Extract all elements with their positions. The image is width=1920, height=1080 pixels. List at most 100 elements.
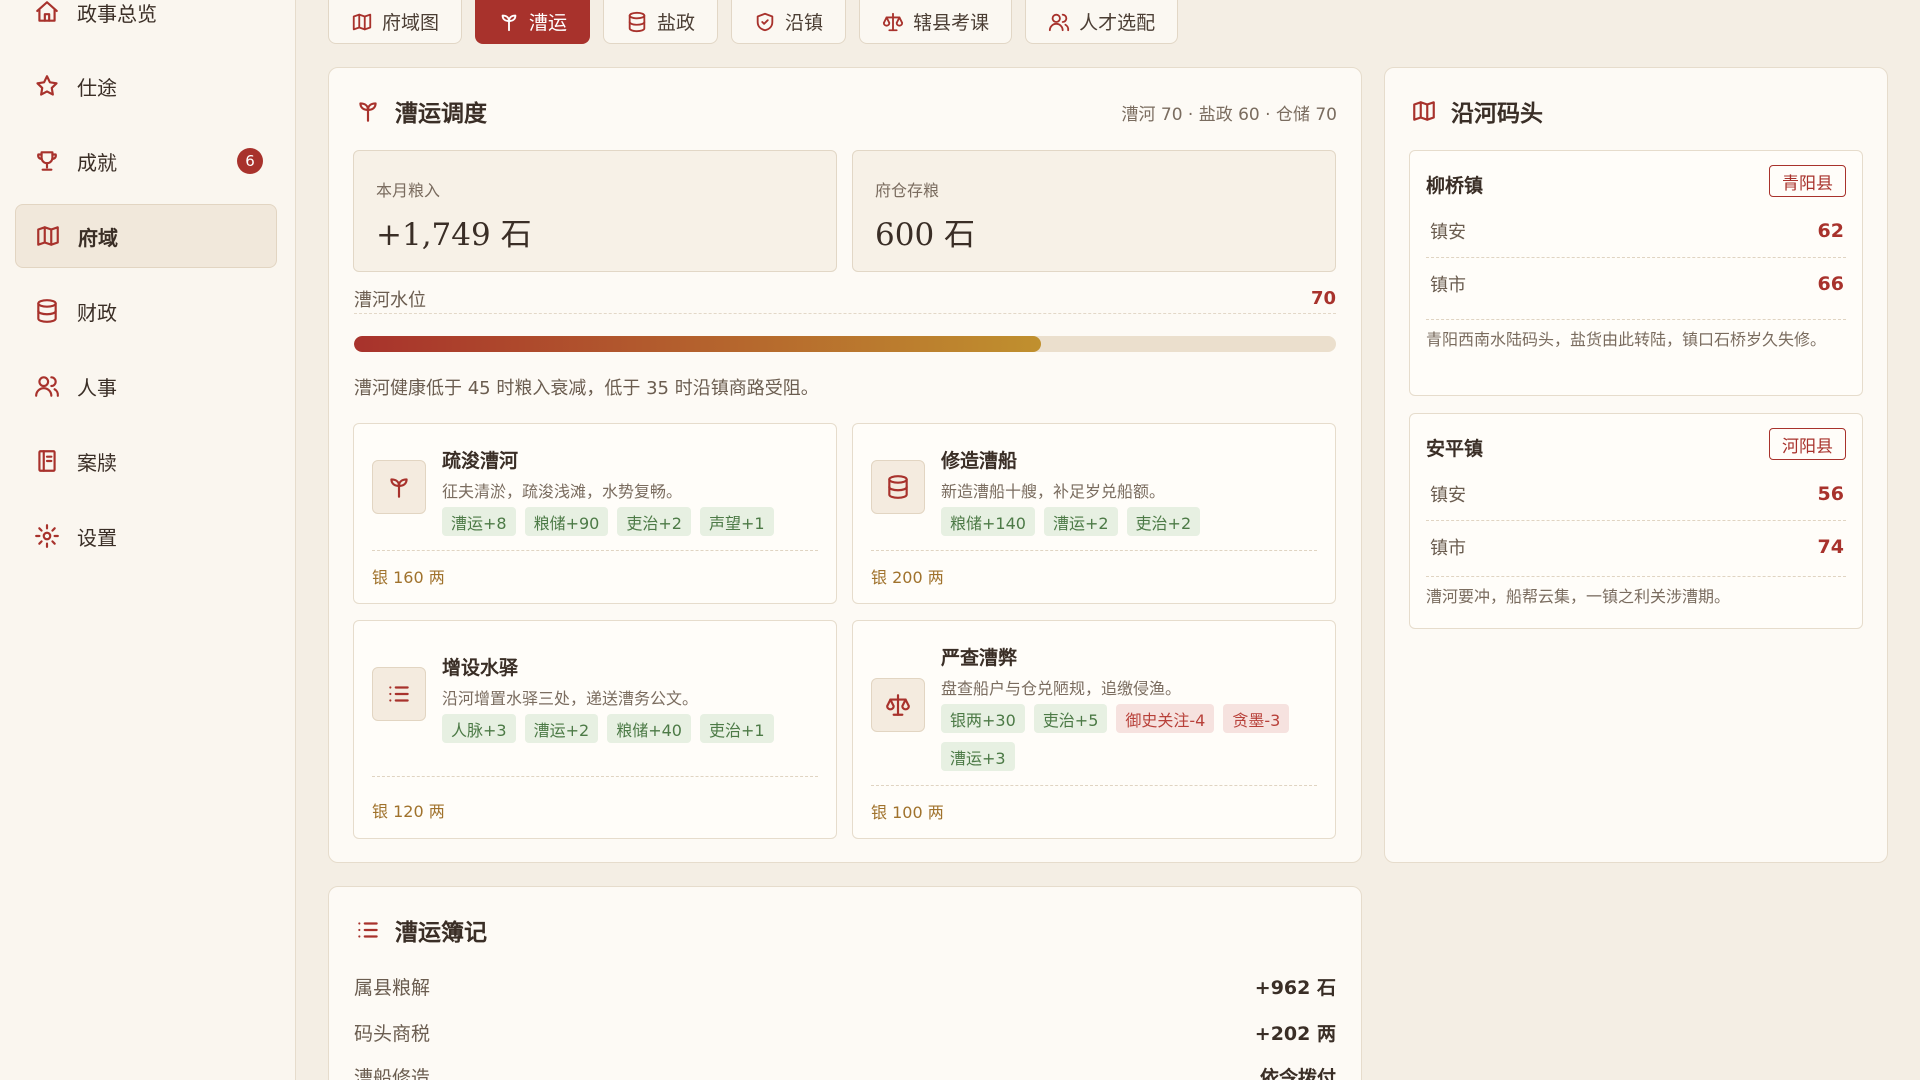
- town-card-liuqiao[interactable]: 柳桥镇 青阳县 镇安 62 镇市 66 青阳西南水陆码头，盐货由此转陆，镇口石桥…: [1409, 150, 1863, 396]
- home-icon: [33, 0, 61, 26]
- town-stat-row: 镇安 62: [1426, 205, 1846, 257]
- database-icon: [33, 297, 61, 325]
- effect-chips: 银两+30 吏治+5 御史关注-4 贪墨-3 漕运+3: [941, 704, 1319, 771]
- log-row: 漕船修造 依令拨付: [354, 1053, 1336, 1080]
- action-cost: 银 200 两: [871, 568, 944, 587]
- panel-meta: 漕河 70 · 盐政 60 · 仓储 70: [1121, 105, 1337, 125]
- tab-label: 沿镇: [785, 12, 824, 34]
- panel-title: 漕运调度: [395, 100, 487, 127]
- log-row: 属县粮解 +962 石: [354, 963, 1336, 1009]
- users-icon: [1048, 13, 1070, 31]
- stat-value: +1,749 石: [376, 217, 532, 253]
- tab-salt[interactable]: 盐政: [603, 0, 719, 44]
- water-level-note: 漕河健康低于 45 时粮入衰减，低于 35 时沿镇商路受阻。: [354, 378, 819, 399]
- effect-chip: 漕运+3: [941, 742, 1015, 771]
- panel-title: 沿河码头: [1451, 100, 1543, 127]
- effect-chip-negative: 御史关注-4: [1116, 704, 1215, 733]
- effect-chip: 漕运+2: [524, 714, 599, 743]
- stat-value: 66: [1817, 272, 1844, 295]
- users-icon: [33, 372, 61, 400]
- wharf-panel: 沿河码头 柳桥镇 青阳县 镇安 62 镇市 66 青阳西南水陆码头，盐货由此转陆…: [1384, 67, 1888, 863]
- stat-value: 62: [1817, 220, 1844, 242]
- divider: [871, 550, 1317, 551]
- effect-chip: 漕运+8: [442, 507, 516, 536]
- tab-label: 府域图: [382, 12, 440, 34]
- water-level-label: 漕河水位: [354, 289, 426, 311]
- effect-chip: 粮储+40: [607, 714, 691, 743]
- effect-chip: 吏治+1: [699, 714, 774, 743]
- town-name: 柳桥镇: [1426, 175, 1484, 197]
- effect-chip: 人脉+3: [442, 714, 516, 743]
- action-card-water-post[interactable]: 增设水驿 沿河增置水驿三处，递送漕务公文。 人脉+3 漕运+2 粮储+40 吏治…: [353, 620, 837, 839]
- book-icon: [33, 447, 61, 475]
- sidebar-item-label: 设置: [77, 525, 117, 550]
- effect-chips: 粮储+140 漕运+2 吏治+2: [941, 507, 1319, 536]
- list-icon: [358, 922, 378, 938]
- shield-icon: [756, 12, 774, 31]
- action-card-build-ships[interactable]: 修造漕船 新造漕船十艘，补足岁兑船额。 粮储+140 漕运+2 吏治+2 银 2…: [852, 423, 1336, 604]
- sidebar-item-label: 人事: [77, 375, 117, 400]
- sidebar-item-achievements[interactable]: 成就 6: [15, 129, 277, 193]
- transport-panel: 漕运调度 漕河 70 · 盐政 60 · 仓储 70 本月粮入 +1,749 石…: [328, 67, 1362, 863]
- divider: [372, 550, 818, 551]
- effect-chip: 吏治+2: [617, 507, 691, 536]
- effect-chip-negative: 贪墨-3: [1223, 704, 1290, 733]
- action-title: 修造漕船: [941, 450, 1018, 472]
- panel-header: 漕运调度: [355, 94, 487, 128]
- action-title: 增设水驿: [442, 657, 519, 679]
- list-icon: [372, 667, 426, 721]
- effect-chips: 漕运+8 粮储+90 吏治+2 声望+1: [442, 507, 820, 536]
- town-stat-row: 镇市 66: [1426, 257, 1846, 309]
- county-tag[interactable]: 河阳县: [1769, 428, 1846, 460]
- database-icon: [628, 11, 646, 32]
- effect-chip: 银两+30: [941, 704, 1025, 733]
- tab-talent[interactable]: 人才选配: [1025, 0, 1179, 44]
- sidebar-item-label: 财政: [77, 300, 117, 325]
- town-card-anping[interactable]: 安平镇 河阳县 镇安 56 镇市 74 漕河要冲，船帮云集，一镇之利关涉漕期。: [1409, 413, 1863, 629]
- water-level-fill: [354, 336, 1042, 352]
- achievements-count-badge: 6: [237, 148, 263, 174]
- tab-domain-map[interactable]: 府域图: [328, 0, 463, 44]
- log-key: 属县粮解: [354, 976, 431, 999]
- sidebar-item-domain[interactable]: 府域: [15, 204, 277, 268]
- sidebar-item-finance[interactable]: 财政: [15, 279, 277, 343]
- sprout-icon: [359, 102, 377, 122]
- tab-transport[interactable]: 漕运: [475, 0, 591, 44]
- sidebar-item-label: 案牍: [77, 450, 117, 475]
- sidebar-item-settings[interactable]: 设置: [15, 504, 277, 568]
- log-panel: 漕运簿记 属县粮解 +962 石 码头商税 +202 两 漕船修造 依令拨付: [328, 886, 1362, 1080]
- tab-label: 人才选配: [1079, 12, 1156, 34]
- stat-key: 镇安: [1430, 222, 1466, 243]
- water-level-value: 70: [1310, 288, 1336, 309]
- panel-title: 漕运簿记: [395, 919, 487, 946]
- town-note: 青阳西南水陆码头，盐货由此转陆，镇口石桥岁久失修。: [1426, 319, 1846, 354]
- tab-towns[interactable]: 沿镇: [731, 0, 847, 44]
- sidebar-item-personnel[interactable]: 人事: [15, 354, 277, 418]
- action-desc: 盘查船户与仓兑陋规，追缴侵渔。: [941, 679, 1182, 698]
- map-icon: [1413, 101, 1435, 121]
- log-value: +962 石: [1254, 976, 1336, 999]
- scale-icon: [882, 12, 904, 31]
- sprout-icon: [501, 14, 517, 31]
- effect-chips: 人脉+3 漕运+2 粮储+40 吏治+1: [442, 714, 820, 743]
- sidebar-item-overview[interactable]: 政事总览: [15, 0, 277, 44]
- town-name: 安平镇: [1426, 438, 1484, 460]
- map-icon: [34, 222, 62, 250]
- effect-chip: 粮储+140: [941, 507, 1035, 536]
- action-desc: 征夫清淤，疏浚浅滩，水势复畅。: [442, 482, 683, 501]
- sidebar-item-dossier[interactable]: 案牍: [15, 429, 277, 493]
- sidebar-item-label: 府域: [78, 225, 118, 250]
- divider: [871, 785, 1317, 786]
- sidebar-item-career[interactable]: 仕途: [15, 54, 277, 118]
- divider: [372, 776, 818, 777]
- town-stat-row: 镇安 56: [1426, 468, 1846, 520]
- action-title: 疏浚漕河: [442, 450, 519, 472]
- stat-key: 镇安: [1430, 485, 1466, 506]
- action-card-dredge[interactable]: 疏浚漕河 征夫清淤，疏浚浅滩，水势复畅。 漕运+8 粮储+90 吏治+2 声望+…: [353, 423, 837, 604]
- county-tag[interactable]: 青阳县: [1769, 165, 1846, 197]
- tab-county-review[interactable]: 辖县考课: [859, 0, 1013, 44]
- action-card-inspect[interactable]: 严查漕弊 盘查船户与仓兑陋规，追缴侵渔。 银两+30 吏治+5 御史关注-4 贪…: [852, 620, 1336, 839]
- sidebar-item-label: 仕途: [77, 75, 117, 100]
- stat-value: 600 石: [875, 217, 976, 253]
- stat-key: 镇市: [1430, 537, 1466, 559]
